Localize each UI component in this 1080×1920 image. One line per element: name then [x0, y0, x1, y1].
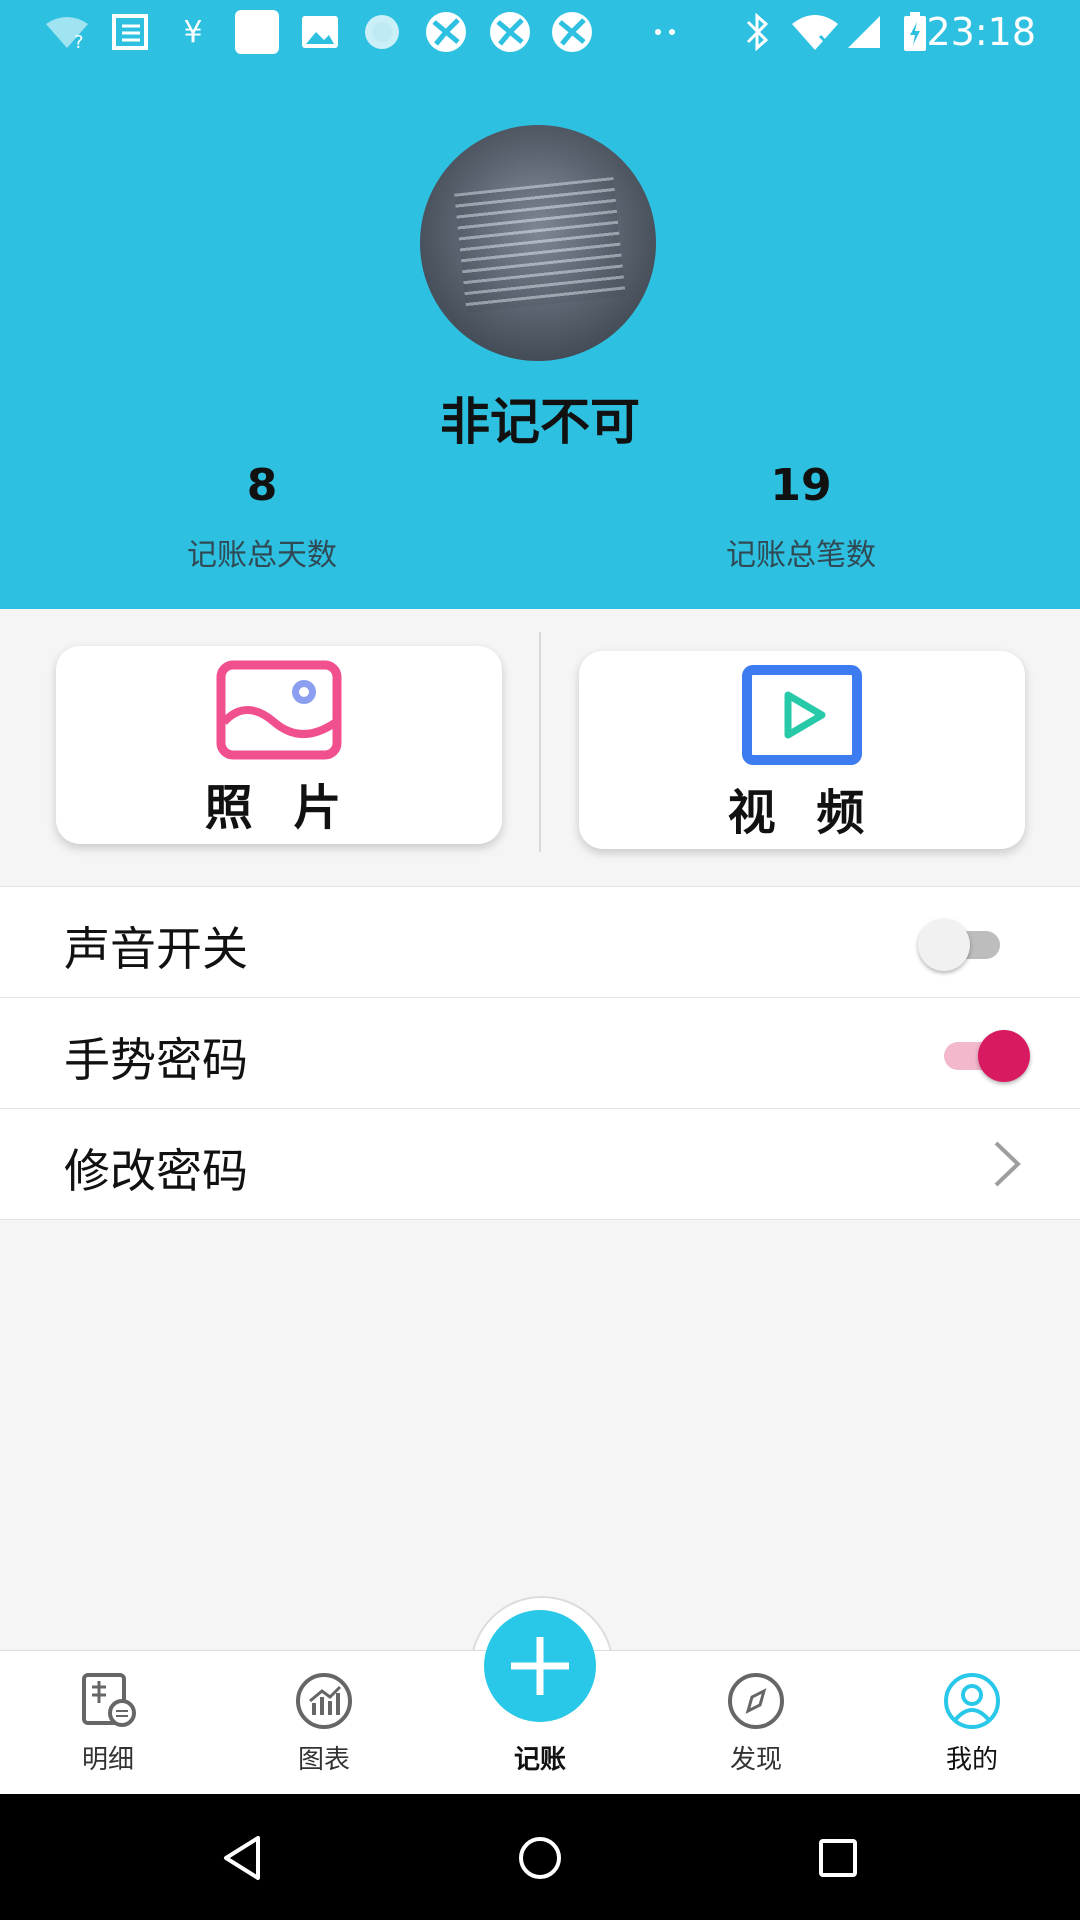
stat-entries-label: 记账总笔数: [726, 538, 876, 573]
stat-days-value: 8: [246, 460, 278, 511]
compass-icon: [726, 1671, 786, 1731]
signal-icon: [846, 14, 882, 50]
card-divider: [539, 632, 541, 852]
gesture-switch[interactable]: [930, 1030, 1030, 1082]
setting-row-sound[interactable]: 声音开关: [0, 886, 1080, 997]
app-icon: [488, 12, 532, 52]
recents-icon[interactable]: [810, 1830, 866, 1886]
blank-app-icon: [234, 10, 280, 54]
user-icon: [942, 1671, 1002, 1731]
add-record-button[interactable]: [484, 1610, 596, 1722]
app-icon: [550, 12, 594, 52]
image-icon: [300, 14, 340, 50]
username: 非记不可: [440, 393, 640, 451]
nav-label-charts: 图表: [297, 1745, 350, 1775]
app-icon: [424, 12, 468, 52]
nav-label-record: 记账: [513, 1745, 566, 1775]
nav-label-discover: 发现: [729, 1745, 782, 1775]
change-password-label: 修改密码: [64, 1144, 248, 1198]
yen-icon: ¥: [183, 14, 203, 50]
wifi-off-icon: [790, 14, 840, 50]
setting-row-gesture[interactable]: 手势密码: [0, 997, 1080, 1108]
video-label: 视 频: [727, 785, 877, 841]
more-dots-icon: [650, 14, 680, 50]
photo-icon: [216, 660, 342, 764]
nav-label-details: 明细: [81, 1745, 134, 1775]
system-nav-bar: [0, 1794, 1080, 1920]
photo-label: 照 片: [204, 780, 354, 836]
bluetooth-icon: [742, 12, 772, 52]
nav-item-details[interactable]: 明细: [8, 1651, 208, 1795]
photo-card[interactable]: 照 片: [56, 646, 502, 844]
svg-text:?: ?: [74, 32, 84, 50]
nav-item-discover[interactable]: 发现: [656, 1651, 856, 1795]
news-icon: [110, 14, 150, 50]
settings-list: 声音开关 手势密码 修改密码: [0, 886, 1080, 1220]
nav-item-mine[interactable]: 我的: [872, 1651, 1072, 1795]
chart-icon: [294, 1671, 354, 1731]
profile-header: 非记不可 8 记账总天数 19 记账总笔数: [0, 64, 1080, 609]
chevron-right-icon: [992, 1139, 1022, 1193]
loading-icon: [362, 14, 402, 50]
video-card[interactable]: 视 频: [579, 651, 1025, 849]
stat-days-label: 记账总天数: [187, 538, 337, 573]
battery-charging-icon: [902, 12, 928, 51]
back-icon[interactable]: [214, 1830, 270, 1886]
video-icon: [742, 665, 862, 769]
sound-label: 声音开关: [64, 922, 248, 976]
stat-entries-value: 19: [770, 460, 832, 511]
nav-label-mine: 我的: [945, 1745, 998, 1775]
avatar[interactable]: [420, 125, 656, 361]
home-icon[interactable]: [512, 1830, 568, 1886]
sound-switch[interactable]: [918, 919, 1018, 971]
setting-row-change-password[interactable]: 修改密码: [0, 1108, 1080, 1220]
wifi-question-icon: ?: [44, 14, 90, 50]
gesture-label: 手势密码: [64, 1033, 248, 1087]
status-bar: ? ¥ 23:18: [0, 0, 1080, 64]
nav-item-charts[interactable]: 图表: [224, 1651, 424, 1795]
clock: 23:18: [926, 10, 1036, 54]
plus-icon: [511, 1637, 569, 1695]
ledger-icon: [78, 1671, 138, 1731]
